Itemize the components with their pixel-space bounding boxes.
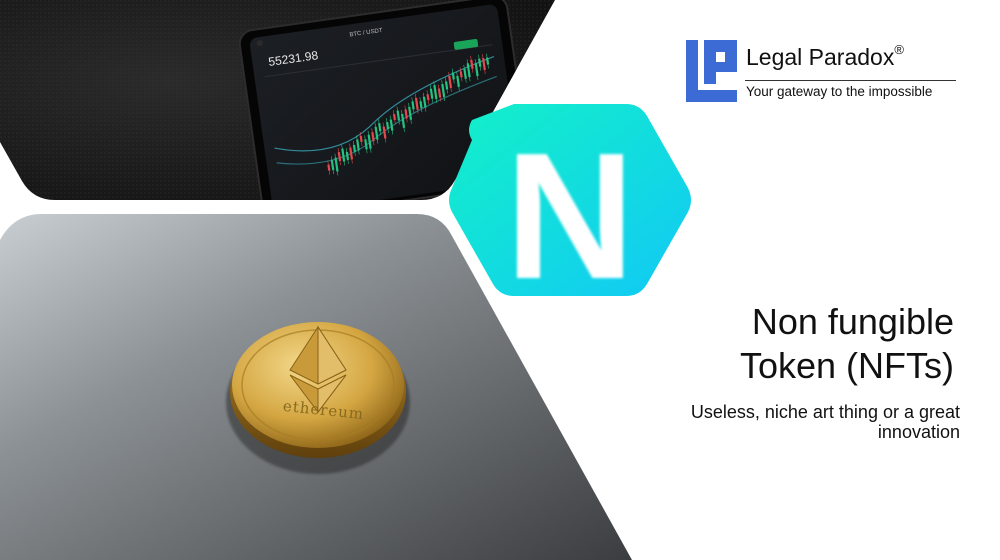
n-badge: N [449,104,691,317]
logo-name: Legal Paradox [746,44,895,70]
slide-subtitle: Useless, niche art thing or a great inno… [690,402,960,442]
legal-paradox-logo-icon [686,40,737,102]
logo-tagline: Your gateway to the impossible [746,84,933,99]
n-badge-letter: N [505,116,635,317]
registered-mark: ® [894,42,904,57]
title-line-2: Token (NFTs) [739,345,954,386]
title-line-1: Non fungible [751,301,954,342]
slide: BTC / USDT 55231.98 ethereum N Legal Par… [0,0,1000,560]
slide-title: Non fungible Token (NFTs) [740,300,954,388]
logo-wordmark: Legal Paradox® [746,42,904,71]
logo-divider [745,80,956,81]
